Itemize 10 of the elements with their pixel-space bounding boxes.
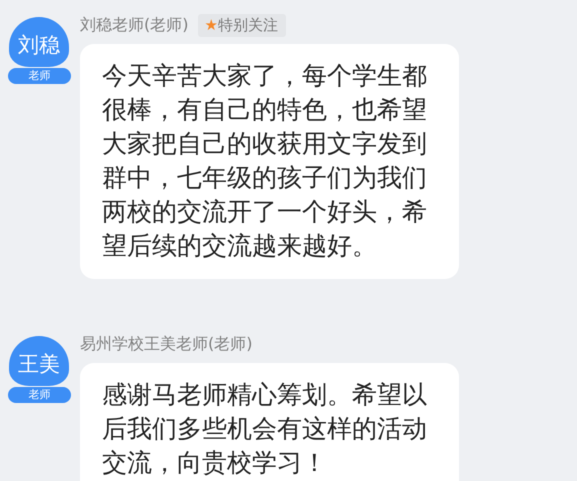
- star-icon: ★: [204, 16, 218, 34]
- role-badge: 老师: [7, 67, 72, 85]
- sender-name: 刘稳老师(老师): [80, 14, 188, 36]
- message-bubble: 今天辛苦大家了，每个学生都很棒，有自己的特色，也希望大家把自己的收获用文字发到群中，七年级的孩子们为我们两校的交流开了一个好头，希望后续的交流越来越好。: [80, 44, 459, 279]
- tag-label: 特别关注: [218, 16, 278, 34]
- sender-name: 易州学校王美老师(老师): [80, 334, 252, 354]
- role-badge: 老师: [7, 386, 72, 404]
- avatar[interactable]: 刘稳: [9, 17, 69, 67]
- avatar[interactable]: 王美: [9, 336, 69, 386]
- message-bubble: 感谢马老师精心筹划。希望以后我们多些机会有这样的活动交流，向贵校学习！: [80, 363, 459, 481]
